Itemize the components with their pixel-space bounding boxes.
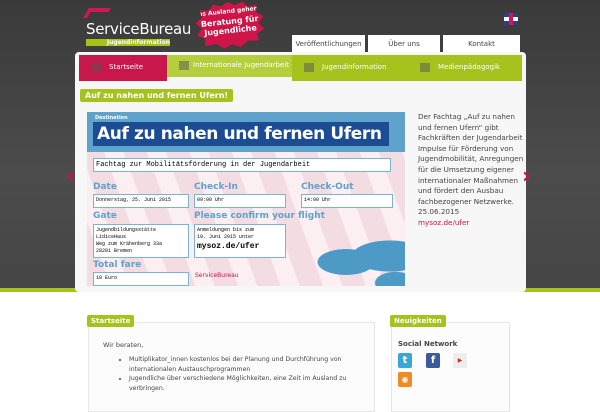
nav-startseite[interactable]: Startseite (79, 55, 167, 81)
social-title: Social Network (398, 340, 458, 348)
slide-confirm: Anmeldungen bis zum 19. Juni 2015 unter m… (194, 224, 286, 258)
map-icon (179, 61, 189, 70)
slide-destination: Destination (95, 115, 128, 121)
intro-text: Wir beraten, (103, 341, 144, 349)
slideshow-image[interactable]: Destination Auf zu nahen und fernen Ufer… (87, 112, 405, 286)
slide-confirm-label: Please confirm your flight (194, 211, 325, 221)
slide-fare-label: Total fare (93, 260, 142, 270)
signpost-icon (304, 63, 314, 72)
slide-checkout: 14:00 Uhr (301, 194, 393, 208)
slide-checkin-label: Check-In (194, 182, 238, 192)
description-text: Der Fachtag „Auf zu nahen und fernen Ufe… (418, 112, 524, 206)
next-slide-arrow-icon[interactable]: › (522, 164, 531, 189)
link-about[interactable]: Über uns (368, 35, 440, 53)
nav-medienpaedagogik[interactable]: Medienpädagogik (408, 55, 522, 81)
slide-gate: Jugendbildungsstätte LidiceHaus Weg zum … (93, 224, 189, 258)
link-contact[interactable]: Kontakt (443, 35, 520, 53)
feature-description: Der Fachtag „Auf zu nahen und fernen Ufe… (418, 112, 526, 229)
rss-icon[interactable]: ◉ (398, 372, 412, 387)
nav-label: Medienpädagogik (438, 63, 501, 71)
slide-date-label: Date (93, 182, 117, 192)
logo-name: ServiceBureau (86, 20, 192, 38)
feature-title: Auf zu nahen und fernen Ufern! (80, 89, 234, 102)
tv-icon (420, 63, 430, 72)
home-icon (91, 63, 101, 72)
section-heading: Startseite (87, 315, 135, 327)
slide-checkout-label: Check-Out (301, 182, 354, 192)
nav-label: Jugendinformation (322, 63, 387, 71)
list-item: Multiplikator_innen kostenlos bei der Pl… (129, 355, 360, 374)
slide-headline: Auf zu nahen und fernen Ufern (93, 122, 389, 146)
link-publications[interactable]: Veröffentlichungen (292, 35, 365, 53)
feature-link[interactable]: mysoz.de/ufer (418, 218, 526, 229)
slide-confirm-url: mysoz.de/ufer (197, 242, 260, 251)
list-item: Jugendliche über verschiedene Möglichkei… (129, 374, 360, 393)
description-date: 25.06.2015 (418, 207, 460, 217)
slide-checkin: 09:00 Uhr (194, 194, 286, 208)
slide-gate-label: Gate (93, 211, 117, 221)
slide-fare: 10 Euro (93, 272, 189, 286)
nav-jugendinformation[interactable]: Jugendinformation (292, 55, 408, 81)
youtube-icon[interactable]: ▶ (453, 353, 467, 368)
nav-label: Startseite (109, 63, 144, 71)
twitter-icon[interactable]: t (398, 353, 412, 368)
news-section: Neuigkeiten Social Network t f ▶ ◉ (390, 315, 510, 412)
slide-confirm-text: Anmeldungen bis zum 19. Juni 2015 unter (197, 227, 255, 240)
facebook-icon[interactable]: f (426, 353, 440, 368)
slide-sponsor: ServiceBureau (195, 272, 239, 279)
startseite-section: Startseite Wir beraten, Multiplikator_in… (87, 315, 375, 412)
slide-date: Donnerstag, 25. Juni 2015 (93, 194, 189, 208)
uk-flag-icon[interactable] (504, 13, 518, 25)
nav-internationale-jugendarbeit[interactable]: Internationale Jugendarbeit (167, 55, 292, 77)
world-map-icon (302, 232, 405, 286)
nav-label: Internationale Jugendarbeit (193, 61, 289, 69)
section-heading: Neuigkeiten (390, 315, 446, 327)
prev-slide-arrow-icon[interactable]: ‹ (66, 164, 75, 189)
advice-list: Multiplikator_innen kostenlos bei der Pl… (103, 355, 360, 393)
logo-sub: Jugendinformation (86, 39, 170, 46)
slide-subtitle: Fachtag zur Mobilitätsförderung in der J… (93, 158, 391, 172)
